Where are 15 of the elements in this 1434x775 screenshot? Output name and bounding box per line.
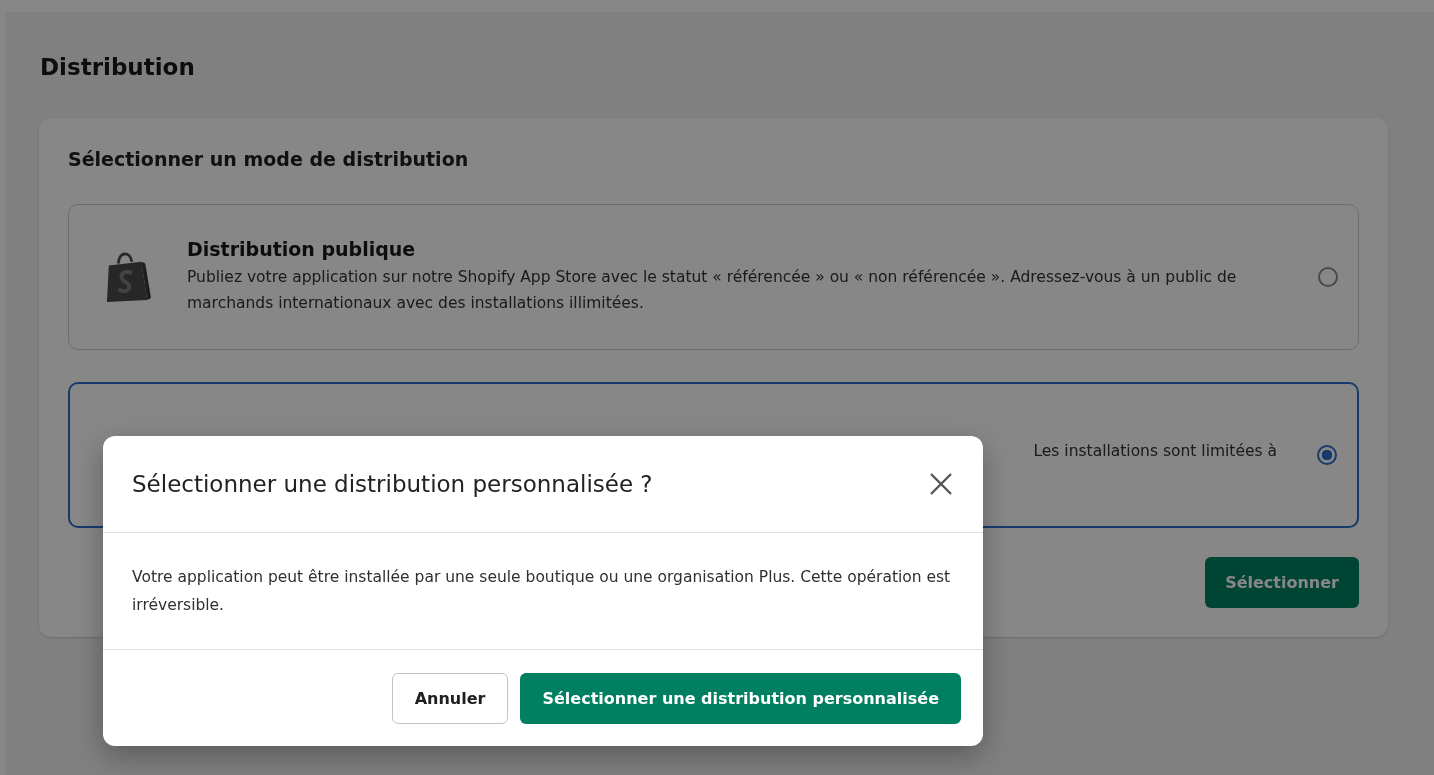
select-button[interactable]: Sélectionner [1205,557,1359,608]
option-title: Distribution publique [187,238,417,260]
radio-button[interactable] [1317,445,1337,465]
confirm-button[interactable]: Sélectionner une distribution personnalisée [520,673,961,724]
option-description: Publiez votre application sur notre Shopify App Store avec le statut « référencée » ou « non référencée ». Adressez-vous à un public de marchands internationaux avec des installations illimitées. [187,267,1238,314]
option-description: Les installations sont limitées à [1033,441,1277,462]
dialog-title: Sélectionner une distribution personnalisée ? [132,471,653,497]
option-card[interactable] [68,204,1359,350]
page-title: Distribution [40,54,196,80]
close-icon[interactable] [929,472,953,496]
radio-button[interactable] [1318,267,1338,287]
dialog-message: Votre application peut être installée par une seule boutique ou une organisation Plus. Cette opération est irréversible. [103,533,983,650]
card-title: Sélectionner un mode de distribution [68,148,470,170]
shopping-bag-icon [105,250,151,304]
cancel-button[interactable]: Annuler [391,673,509,724]
